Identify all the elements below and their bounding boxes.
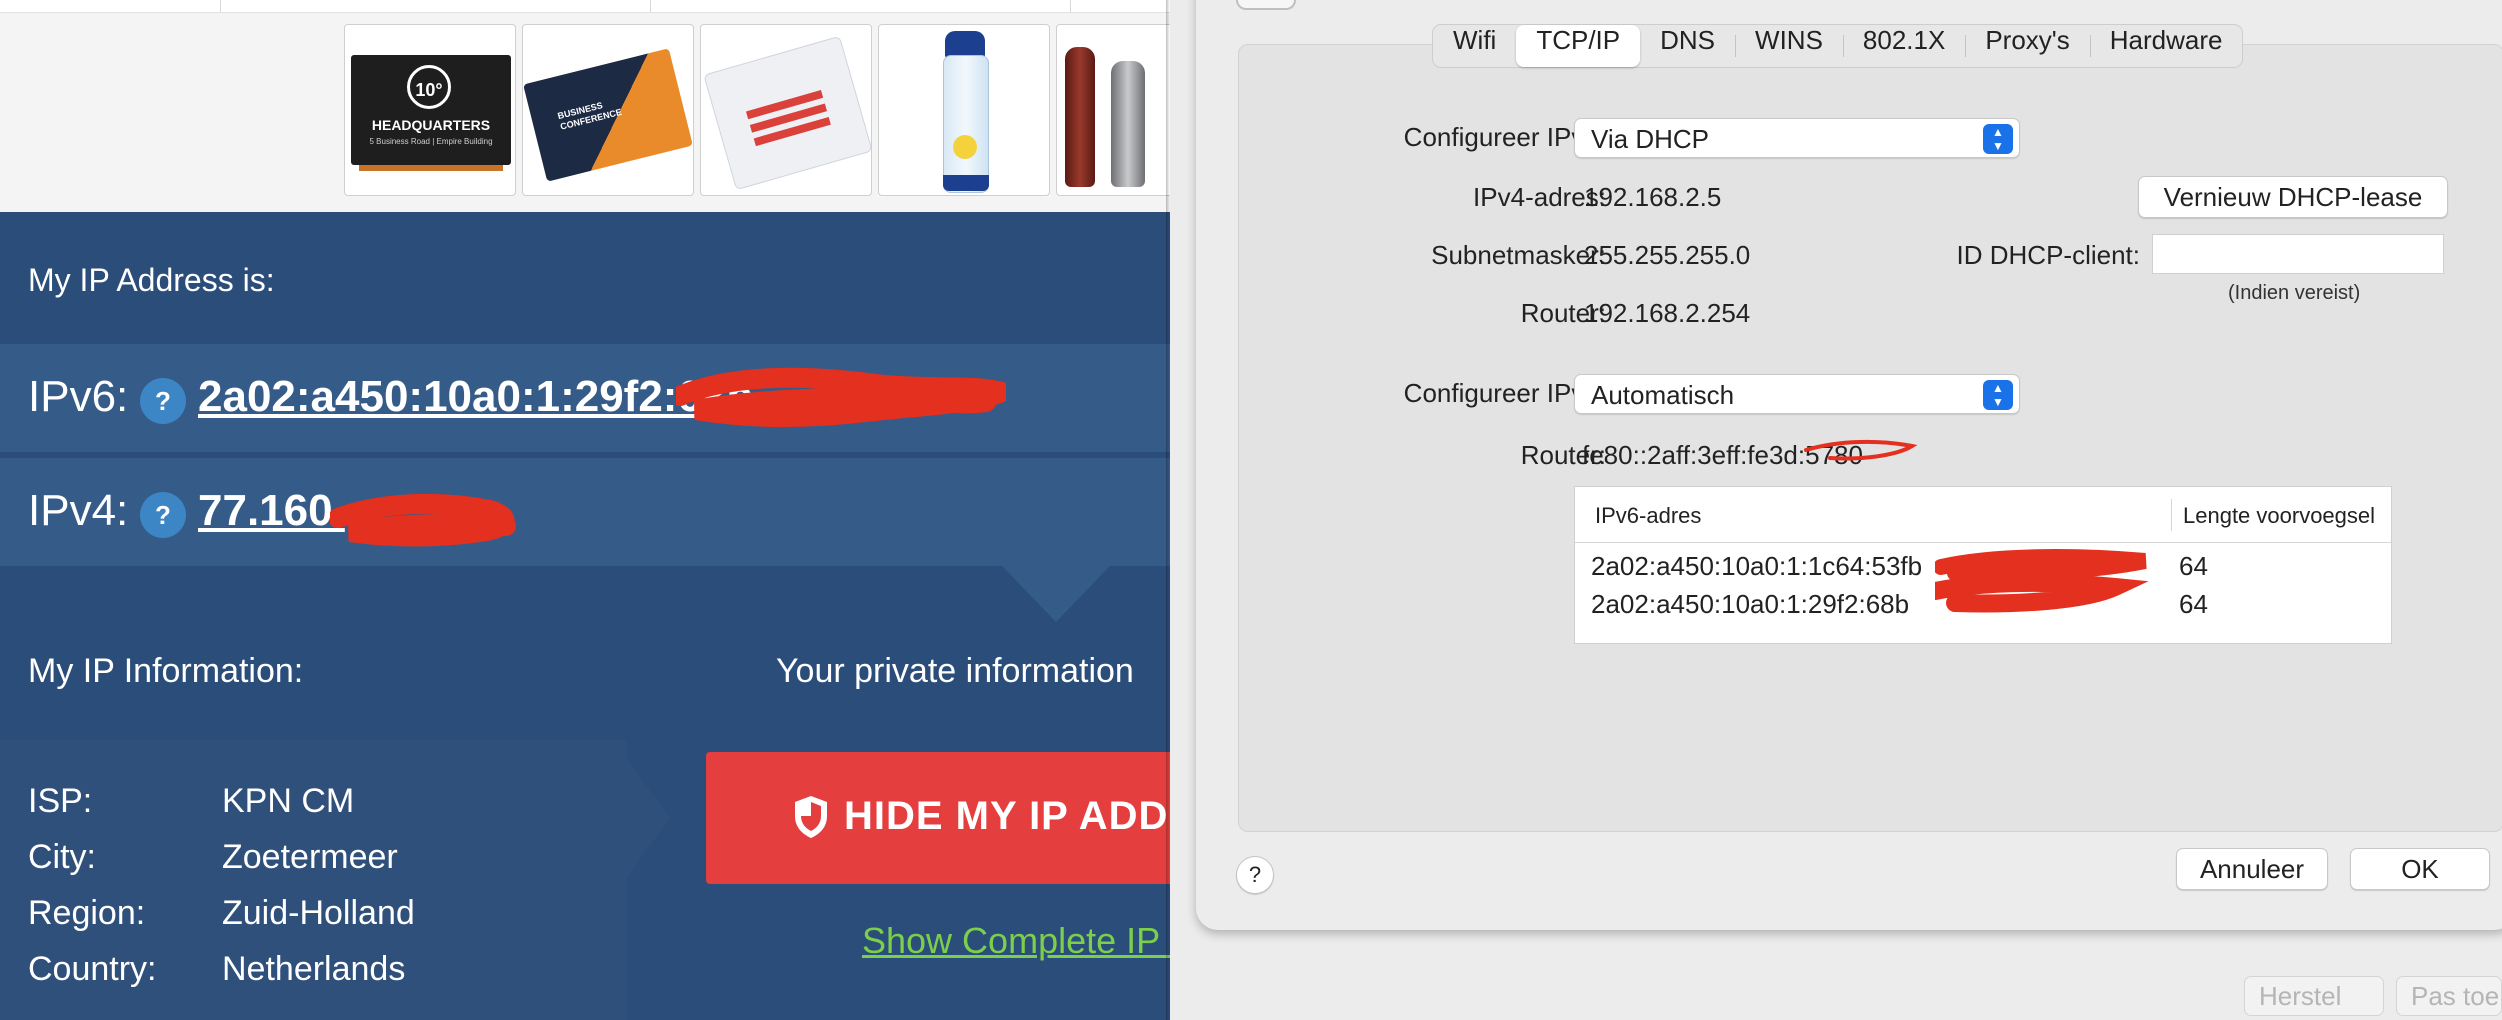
shield-icon xyxy=(795,796,827,838)
dialog-tabs: Wifi TCP/IP DNS WINS 802.1X Proxy's Hard… xyxy=(1432,24,2244,68)
brand-badge: 10° xyxy=(407,65,451,109)
ipv6-label: IPv6: xyxy=(28,372,129,421)
product-thumbnail-usb-card[interactable] xyxy=(700,24,872,196)
subnet-mask-label: Subnetmasker: xyxy=(1431,240,1606,270)
chevron-updown-icon: ▲ ▼ xyxy=(1983,124,2013,154)
info-value: Netherlands xyxy=(222,950,406,988)
info-value: KPN CM xyxy=(222,782,355,820)
ipv4-row: IPv4: ? 77.160. xyxy=(0,458,1170,566)
info-key: City: xyxy=(28,838,96,876)
hide-my-ip-label: HIDE MY IP ADDR xyxy=(844,794,1170,838)
product-thumbnail-water-bottle[interactable] xyxy=(878,24,1050,196)
dhcp-client-hint: (Indien vereist) xyxy=(2228,282,2361,304)
ipv6-row: IPv6: ? 2a02:a450:10a0:1:29f2:68b xyxy=(0,344,1170,452)
info-row-region: Region: Zuid-Holland xyxy=(28,894,415,933)
ok-button[interactable]: OK xyxy=(2350,848,2490,890)
tab-wins[interactable]: WINS xyxy=(1735,25,1843,67)
help-button[interactable]: ? xyxy=(1236,856,1274,894)
nav-bar-remnant xyxy=(0,0,1170,13)
product-strip: 10° HEADQUARTERS 5 Business Road | Empir… xyxy=(0,0,1170,212)
ipv6-address-link[interactable]: 2a02:a450:10a0:1:29f2:68b xyxy=(198,372,753,422)
product-thumbnail-headquarters-sign[interactable]: 10° HEADQUARTERS 5 Business Road | Empir… xyxy=(344,24,516,196)
card-title: BUSINESS CONFERENCE xyxy=(556,100,623,132)
cancel-button[interactable]: Annuleer xyxy=(2176,848,2328,890)
ipv4-address-link[interactable]: 77.160. xyxy=(198,486,345,536)
info-heading: My IP Information: xyxy=(28,652,304,690)
prefix-length-cell: 64 xyxy=(2179,589,2208,619)
tab-proxies[interactable]: Proxy's xyxy=(1965,25,2089,67)
info-key: ISP: xyxy=(28,782,93,820)
tab-dns[interactable]: DNS xyxy=(1640,25,1735,67)
info-key: Country: xyxy=(28,950,157,988)
hide-my-ip-button[interactable]: HIDE MY IP ADDR xyxy=(706,752,1170,884)
product-thumbnail-conference-card[interactable]: BUSINESS CONFERENCE xyxy=(522,24,694,196)
sign-address: 5 Business Road | Empire Building xyxy=(369,137,493,146)
ip-lookup-webpage: 10° HEADQUARTERS 5 Business Road | Empir… xyxy=(0,0,1170,1020)
prefix-length-cell: 64 xyxy=(2179,551,2208,581)
info-value: Zoetermeer xyxy=(222,838,398,876)
chevron-updown-icon: ▲ ▼ xyxy=(1983,380,2013,410)
ipv6-address-table: IPv6-adres Lengte voorvoegsel 2a02:a450:… xyxy=(1574,486,2392,644)
private-heading: Your private information xyxy=(776,652,1134,690)
ip-heading: My IP Address is: xyxy=(28,262,275,298)
show-complete-ip-link[interactable]: Show Complete IP D xyxy=(862,920,1170,962)
ipv4-address-value: 192.168.2.5 xyxy=(1584,182,1722,212)
apply-button[interactable]: Pas toe xyxy=(2396,976,2502,1016)
ipv6-config-select[interactable]: Automatisch ▲ ▼ xyxy=(1574,374,2020,414)
redaction-scribble xyxy=(676,367,1006,427)
ipv4-label: IPv4: xyxy=(28,486,129,535)
product-thumbnails: 10° HEADQUARTERS 5 Business Road | Empir… xyxy=(344,24,1170,200)
product-thumbnail-thermos-bottles[interactable] xyxy=(1056,24,1170,196)
ipv6-address-cell: 2a02:a450:10a0:1:29f2:68b xyxy=(1591,589,1910,619)
dhcp-client-id-label: ID DHCP-client: xyxy=(1956,240,2140,270)
tab-8021x[interactable]: 802.1X xyxy=(1842,25,1965,67)
info-row-country: Country: Netherlands xyxy=(28,950,405,989)
ipv4-config-value: Via DHCP xyxy=(1591,124,1710,154)
info-value: Zuid-Holland xyxy=(222,894,415,932)
ipv6-help-icon[interactable]: ? xyxy=(140,378,186,424)
redaction-scribble xyxy=(1804,439,1918,461)
info-row-isp: ISP: KPN CM xyxy=(28,782,354,821)
ip-row-pointer xyxy=(1002,566,1110,622)
subnet-mask-value: 255.255.255.0 xyxy=(1584,240,1751,270)
ipv6-config-value: Automatisch xyxy=(1591,380,1735,410)
sign-title: HEADQUARTERS xyxy=(371,117,491,133)
renew-dhcp-lease-button[interactable]: Vernieuw DHCP-lease xyxy=(2138,176,2448,218)
info-row-city: City: Zoetermeer xyxy=(28,838,398,877)
ipv6-address-cell: 2a02:a450:10a0:1:1c64:53fb xyxy=(1591,551,1923,581)
dhcp-client-id-field[interactable] xyxy=(2152,234,2444,274)
tab-wifi[interactable]: Wifi xyxy=(1433,25,1516,67)
column-header-prefix[interactable]: Lengte voorvoegsel xyxy=(2183,503,2375,529)
router4-value: 192.168.2.254 xyxy=(1584,298,1751,328)
tab-tcpip[interactable]: TCP/IP xyxy=(1516,25,1641,67)
info-key: Region: xyxy=(28,894,146,932)
tab-hardware[interactable]: Hardware xyxy=(2089,25,2243,67)
redaction-scribble xyxy=(330,493,516,547)
revert-button[interactable]: Herstel xyxy=(2244,976,2384,1016)
info-panel-arrow xyxy=(626,758,670,878)
ipv4-config-select[interactable]: Via DHCP ▲ ▼ xyxy=(1574,118,2020,158)
ipv4-help-icon[interactable]: ? xyxy=(140,492,186,538)
redaction-scribble xyxy=(1935,549,2149,613)
table-header: IPv6-adres Lengte voorvoegsel xyxy=(1575,487,2391,543)
column-header-address[interactable]: IPv6-adres xyxy=(1595,503,1701,529)
sheet-handle xyxy=(1236,0,1296,10)
